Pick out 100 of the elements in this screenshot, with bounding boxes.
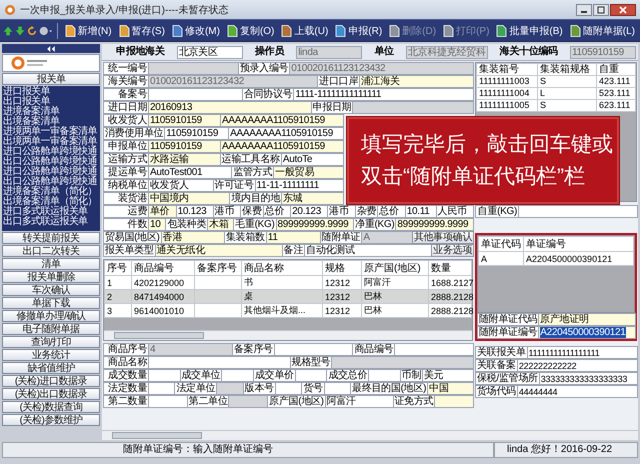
input-field[interactable]: 1105910159 (164, 127, 230, 140)
readonly-field[interactable]: 北京科捷克经贸科 (406, 46, 488, 59)
toolbar-button[interactable]: 复制(O) (224, 24, 276, 38)
sidebar-item[interactable]: 出口公路舱单跨境快通 (3, 177, 99, 187)
input-field[interactable]: 一般贸易 (273, 166, 344, 179)
toolbar-button[interactable]: 修改(M) (168, 24, 222, 38)
readonly-field[interactable] (216, 382, 244, 395)
input-field[interactable]: 11-11-11111111 (254, 179, 344, 192)
down-arrow-icon[interactable] (15, 24, 26, 38)
readonly-field[interactable] (228, 395, 268, 408)
input-field[interactable]: 20.123 (290, 205, 328, 218)
readonly-field[interactable] (352, 101, 474, 114)
sidebar-button[interactable]: 查询/打印 (2, 336, 100, 348)
input-field[interactable]: 333333333333333333 (538, 372, 638, 385)
input-field[interactable]: 水路运输 (148, 153, 221, 166)
sidebar-button[interactable]: 车次确认 (2, 284, 100, 296)
input-field[interactable]: 899999999.9999 (276, 218, 354, 231)
sidebar-button[interactable]: 修撤单办理/确认 (2, 310, 100, 322)
input-field[interactable]: 港币 (327, 205, 356, 218)
sidebar-item[interactable]: 进境备案清单（简化） (3, 187, 99, 197)
input-field[interactable] (434, 395, 474, 408)
input-field[interactable]: 899999999.9999 (395, 218, 474, 231)
readonly-field[interactable]: 4 (148, 343, 233, 356)
input-field[interactable]: 浦江海关 (358, 75, 474, 88)
input-field[interactable]: 44444444 (516, 385, 638, 398)
horizontal-scrollbar[interactable] (102, 430, 638, 440)
sidebar-item[interactable]: 进口多式联运报关单 (3, 207, 99, 217)
input-field[interactable]: 中国境内 (148, 192, 230, 205)
table-row[interactable]: 3 9614001010 其他烟斗及烟... 12312 巴林 2888.2128 (104, 304, 472, 318)
input-field[interactable]: 收发货人 (148, 179, 214, 192)
input-field[interactable] (221, 369, 254, 382)
input-field[interactable]: 总价 (377, 205, 406, 218)
action-button[interactable]: 其他事项确认 (412, 231, 474, 244)
minimize-icon[interactable] (576, 4, 592, 16)
toolbar-button[interactable]: 随附单据(L) (566, 24, 637, 38)
input-field[interactable]: 1105910159 (148, 114, 222, 127)
input-field[interactable]: AutoTest001 (148, 166, 232, 179)
readonly-field[interactable] (331, 356, 474, 369)
input-field[interactable] (148, 382, 176, 395)
sidebar-item[interactable]: 出口多式联运报关单 (3, 217, 99, 227)
horizontal-scrollbar[interactable] (104, 330, 472, 340)
input-field[interactable]: A220450000390121 (538, 326, 636, 339)
sidebar-item[interactable]: 进境备案清单 (3, 107, 99, 117)
input-field[interactable]: AAAAAAAA1105910159 (228, 127, 344, 140)
readonly-field[interactable] (148, 62, 239, 75)
input-field[interactable]: 原产地证明 (538, 313, 636, 326)
input-field[interactable]: 木箱 (207, 218, 234, 231)
input-field[interactable]: 北京关区 (176, 46, 243, 59)
section-button[interactable]: 报关单 (2, 73, 100, 85)
input-field[interactable]: 港币 (212, 205, 242, 218)
readonly-field[interactable]: 1105910159 (570, 46, 636, 59)
sidebar-item[interactable]: 出口公路舱单跨境快通 (3, 157, 99, 167)
input-field[interactable]: 美元 (422, 369, 474, 382)
input-field[interactable]: AAAAAAAA1105910159 (220, 114, 344, 127)
input-field[interactable]: 1111-11111111111111 (293, 88, 474, 101)
input-field[interactable]: AAAAAAAA1105910159 (220, 140, 344, 153)
refresh-icon[interactable] (27, 24, 38, 38)
sidebar-button[interactable]: (关检)出口数据录 (2, 388, 100, 400)
input-field[interactable]: 1105910159 (148, 140, 222, 153)
sidebar-button[interactable]: 业务统计 (2, 349, 100, 361)
action-button[interactable]: 业务选项 (431, 244, 474, 257)
sidebar-button[interactable]: 转关提前报关 (2, 232, 100, 244)
input-field[interactable]: 总价 (262, 205, 292, 218)
sidebar-item[interactable]: 进口公路舱单跨境快通 (3, 147, 99, 157)
sidebar-item[interactable]: 出境备案清单（简化） (3, 197, 99, 207)
input-field[interactable]: AutoTe (280, 153, 344, 166)
collapse-icon[interactable] (46, 46, 56, 52)
input-field[interactable] (324, 382, 352, 395)
input-field[interactable] (368, 369, 401, 382)
input-field[interactable]: 香港 (160, 231, 225, 244)
input-field[interactable]: 自动化测试 (304, 244, 432, 257)
toolbar-button[interactable]: 新增(N) (62, 24, 114, 38)
input-field[interactable]: 中国 (427, 382, 474, 395)
input-field[interactable]: 阿富汗 (324, 395, 394, 408)
input-field[interactable] (274, 382, 302, 395)
table-row[interactable]: 2 8471494000 桌 12312 巴林 2888.2128 (104, 290, 472, 304)
readonly-field[interactable]: 010020161123123432 (148, 75, 318, 88)
table-row[interactable]: 1 4202129000 书 12312 阿富汗 1688.2127 (104, 276, 472, 290)
sidebar-item[interactable]: 进口公路舱单跨境快通 (3, 167, 99, 177)
sidebar-item[interactable]: 进口报关单 (3, 87, 99, 97)
input-field[interactable] (148, 88, 243, 101)
input-field[interactable]: 通关无纸化 (154, 244, 283, 257)
input-field[interactable]: 222222222222 (516, 359, 638, 372)
toolbar-button[interactable]: 暂存(S) (116, 24, 167, 38)
sidebar-button[interactable]: (关检)参数维护 (2, 414, 100, 426)
input-field[interactable]: 10 (148, 218, 166, 231)
sidebar-button[interactable]: 清单 (2, 258, 100, 270)
readonly-field[interactable]: 010020161123123432 (289, 62, 474, 75)
input-field[interactable] (274, 343, 354, 356)
maximize-icon[interactable] (593, 4, 609, 16)
input-field[interactable]: 人民币 (436, 205, 474, 218)
input-field[interactable]: 10.11 (404, 205, 437, 218)
sidebar-button[interactable]: (关检)进口数据录 (2, 375, 100, 387)
sidebar-item[interactable]: 出境两单一审备案清单 (3, 137, 99, 147)
input-field[interactable] (148, 369, 181, 382)
sidebar-button[interactable]: 报关单删除 (2, 271, 100, 283)
sidebar-button[interactable]: 出口二次转关 (2, 245, 100, 257)
toolbar-button[interactable]: 批量申报(B) (493, 24, 565, 38)
readonly-field[interactable]: linda (296, 46, 362, 59)
sidebar-button[interactable]: 缺省值维护 (2, 362, 100, 374)
